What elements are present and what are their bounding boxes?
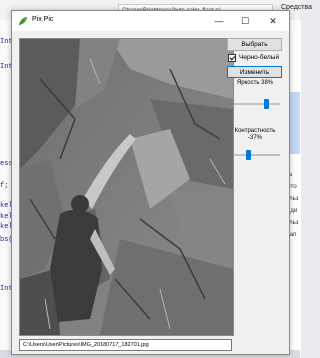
photo-preview <box>19 38 234 336</box>
app-leaf-icon <box>18 17 27 26</box>
choose-image-button[interactable]: Выбрать <box>227 38 282 51</box>
pix-pic-window: Pix Pic — ☐ ✕ Выбрать Черно-белый Измени… <box>11 10 290 355</box>
climber-photo-image <box>20 39 233 335</box>
brightness-slider[interactable] <box>234 99 280 109</box>
brightness-label: Яркость 38% <box>236 80 274 86</box>
file-path-field[interactable]: C:\Users\User\Pictures\IMG_20180717_1827… <box>19 339 232 351</box>
slider-track <box>234 103 280 105</box>
window-title: Pix Pic <box>32 16 54 23</box>
black-white-label: Черно-белый <box>239 54 280 61</box>
contrast-label: Контрастность <box>234 128 276 134</box>
contrast-slider[interactable] <box>234 150 280 160</box>
close-button[interactable]: ✕ <box>260 11 286 31</box>
code-fragment: f; <box>0 182 9 190</box>
contrast-value-label: -37% <box>247 135 262 141</box>
brightness-slider-thumb[interactable] <box>263 99 269 109</box>
contrast-slider-thumb[interactable] <box>246 150 252 160</box>
apply-changes-button[interactable]: Изменить <box>227 66 282 78</box>
maximize-button[interactable]: ☐ <box>232 11 258 31</box>
minimize-button[interactable]: — <box>206 11 232 31</box>
title-bar[interactable]: Pix Pic — ☐ ✕ <box>12 11 289 31</box>
black-white-checkbox[interactable] <box>228 54 236 62</box>
slider-track <box>234 154 280 156</box>
